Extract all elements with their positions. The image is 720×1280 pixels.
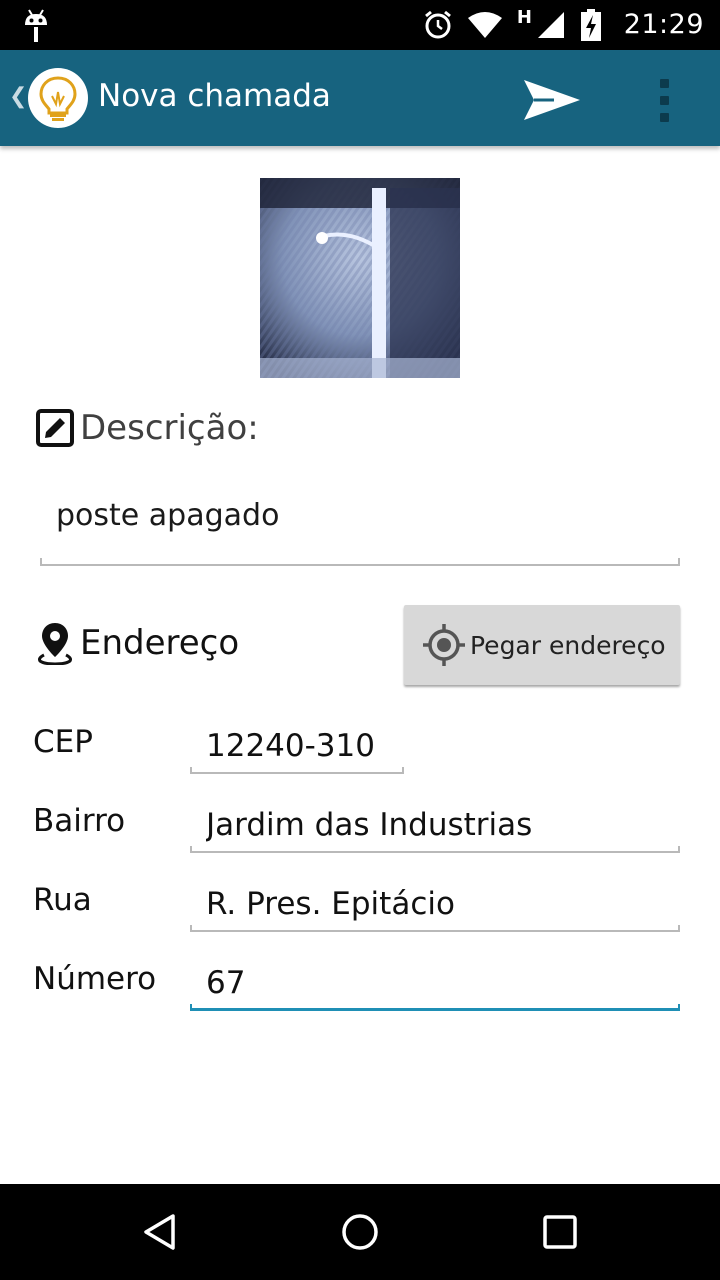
bairro-label: Bairro	[33, 803, 126, 839]
cep-input[interactable]	[190, 726, 404, 766]
description-input[interactable]	[40, 488, 680, 542]
description-underline	[40, 558, 680, 566]
address-label: Endereço	[80, 623, 240, 663]
recents-icon	[543, 1215, 577, 1249]
signal-icon	[538, 12, 564, 38]
numero-label: Número	[33, 961, 157, 997]
android-icon	[25, 9, 47, 42]
cep-field-wrap	[190, 726, 404, 774]
back-icon	[144, 1214, 175, 1250]
network-type: H	[516, 6, 532, 28]
wifi-icon	[467, 12, 502, 38]
back-button[interactable]	[132, 1206, 188, 1258]
page-title: Nova chamada	[98, 78, 331, 114]
rua-underline	[190, 925, 680, 932]
home-button[interactable]	[332, 1206, 388, 1258]
get-address-label: Pegar endereço	[470, 630, 666, 660]
overflow-icon	[659, 78, 669, 88]
numero-input[interactable]	[190, 963, 680, 1003]
bairro-input[interactable]	[190, 805, 680, 845]
description-field-wrap	[40, 488, 680, 566]
numero-underline	[190, 1004, 680, 1011]
address-heading: Endereço	[36, 620, 239, 666]
cep-label: CEP	[33, 724, 93, 760]
rua-field-wrap	[190, 884, 680, 932]
location-pin-icon	[38, 623, 72, 665]
status-bar: H 21:29	[0, 0, 720, 50]
get-address-button[interactable]: Pegar endereço	[404, 605, 680, 685]
home-icon	[342, 1214, 378, 1250]
bairro-field-wrap	[190, 805, 680, 853]
lightbulb-icon	[39, 76, 77, 121]
status-icons: H	[423, 7, 602, 43]
edit-icon	[36, 409, 74, 447]
street-lamp-photo	[260, 178, 460, 378]
recents-button[interactable]	[532, 1206, 588, 1258]
up-caret-icon[interactable]: ❮	[9, 83, 27, 111]
photo-thumbnail[interactable]	[260, 178, 460, 378]
rua-label: Rua	[33, 882, 92, 918]
gps-target-icon	[423, 624, 465, 666]
overflow-menu-button[interactable]	[650, 76, 678, 124]
navigation-bar	[0, 1184, 720, 1280]
bairro-underline	[190, 846, 680, 853]
numero-field-wrap	[190, 963, 680, 1011]
alarm-icon	[424, 10, 451, 39]
description-label: Descrição:	[80, 408, 259, 448]
lightbulb-logo[interactable]	[28, 68, 88, 128]
clock: 21:29	[623, 9, 704, 40]
send-button[interactable]	[520, 76, 584, 124]
send-icon	[524, 80, 580, 120]
action-bar: ❮ Nova chamada	[0, 50, 720, 146]
description-heading: Descrição:	[36, 406, 259, 450]
cep-underline	[190, 767, 404, 774]
rua-input[interactable]	[190, 884, 680, 924]
battery-icon	[581, 9, 601, 41]
